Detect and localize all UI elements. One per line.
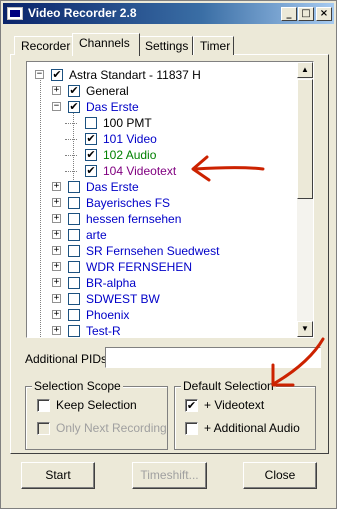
collapse-icon[interactable]: − xyxy=(35,70,44,79)
tree-checkbox[interactable]: ✔ xyxy=(85,165,97,177)
tree-checkbox[interactable] xyxy=(68,197,80,209)
title-bar[interactable]: Video Recorder 2.8 _ □ × xyxy=(3,3,334,24)
tab-settings[interactable]: Settings xyxy=(138,36,193,55)
tree-checkbox[interactable] xyxy=(68,325,80,337)
additional-pids-label: Additional PIDs: xyxy=(25,352,111,366)
tree-row-label: Bayerisches FS xyxy=(86,196,171,210)
main-window: Video Recorder 2.8 _ □ × Recorder Channe… xyxy=(0,0,337,509)
channel-tree[interactable]: − ✔ Astra Standart - 11837 H + ✔ General − ✔ Das… xyxy=(26,61,314,338)
additional-audio-label: + Additional Audio xyxy=(204,421,300,435)
expand-icon[interactable]: + xyxy=(52,198,61,207)
tree-checkbox[interactable]: ✔ xyxy=(51,69,63,81)
only-next-recording-box[interactable] xyxy=(37,422,50,435)
tree-checkbox[interactable]: ✔ xyxy=(85,149,97,161)
tree-checkbox[interactable] xyxy=(68,213,80,225)
tree-row-label: 101 Video xyxy=(103,132,157,146)
tree-row[interactable]: + Bayerisches FS xyxy=(27,195,297,211)
only-next-recording-label: Only Next Recording xyxy=(56,421,167,435)
tree-row-label: arte xyxy=(86,228,107,242)
tree-row-label: 102 Audio xyxy=(103,148,157,162)
tree-row-label: SDWEST BW xyxy=(86,292,160,306)
tree-checkbox[interactable] xyxy=(68,309,80,321)
tree-checkbox[interactable] xyxy=(68,181,80,193)
tree-row[interactable]: + Test-R xyxy=(27,323,297,338)
tree-line xyxy=(65,155,77,156)
close-window-button[interactable]: × xyxy=(316,7,332,21)
annotation-arrow-videotext xyxy=(191,155,265,182)
annotation-arrow-default-selection xyxy=(271,337,325,387)
collapse-icon[interactable]: − xyxy=(52,102,61,111)
tree-line xyxy=(65,123,77,124)
tree-checkbox[interactable] xyxy=(85,117,97,129)
tree-row[interactable]: + arte xyxy=(27,227,297,243)
tree-row[interactable]: 100 PMT xyxy=(27,115,297,131)
tree-row[interactable]: + BR-alpha xyxy=(27,275,297,291)
expand-icon[interactable]: + xyxy=(52,214,61,223)
tree-row[interactable]: + hessen fernsehen xyxy=(27,211,297,227)
start-button[interactable]: Start xyxy=(21,462,95,489)
tree-row-label: 100 PMT xyxy=(103,116,152,130)
tab-recorder[interactable]: Recorder xyxy=(14,36,73,55)
tree-checkbox[interactable] xyxy=(68,293,80,305)
tree-line xyxy=(65,139,77,140)
app-icon xyxy=(7,7,23,20)
tree-row-label: Phoenix xyxy=(86,308,130,322)
expand-icon[interactable]: + xyxy=(52,278,61,287)
tab-channels[interactable]: Channels xyxy=(72,33,140,56)
tree-checkbox[interactable] xyxy=(68,245,80,257)
tree-row[interactable]: + Phoenix xyxy=(27,307,297,323)
tree-scrollbar[interactable]: ▲ ▼ xyxy=(297,62,313,337)
expand-icon[interactable]: + xyxy=(52,230,61,239)
expand-icon[interactable]: + xyxy=(52,262,61,271)
tree-checkbox[interactable]: ✔ xyxy=(68,101,80,113)
maximize-button[interactable]: □ xyxy=(298,7,314,21)
tree-checkbox[interactable] xyxy=(68,229,80,241)
expand-icon[interactable]: + xyxy=(52,86,61,95)
tree-row[interactable]: − ✔ Astra Standart - 11837 H xyxy=(27,67,297,83)
tab-timer[interactable]: Timer xyxy=(193,36,234,55)
expand-icon[interactable]: + xyxy=(52,294,61,303)
tree-row[interactable]: + SDWEST BW xyxy=(27,291,297,307)
tree-row[interactable]: ✔ 101 Video xyxy=(27,131,297,147)
tree-row[interactable]: − ✔ Das Erste xyxy=(27,99,297,115)
selection-scope-title: Selection Scope xyxy=(32,379,123,393)
expand-icon[interactable]: + xyxy=(52,182,61,191)
tree-row-label: General xyxy=(86,84,129,98)
tree-checkbox[interactable] xyxy=(68,277,80,289)
videotext-box[interactable]: ✔ xyxy=(185,399,198,412)
scroll-thumb[interactable] xyxy=(297,79,313,199)
expand-icon[interactable]: + xyxy=(52,310,61,319)
tree-line xyxy=(65,171,77,172)
tree-row-label: BR-alpha xyxy=(86,276,137,290)
close-button[interactable]: Close xyxy=(243,462,317,489)
tree-checkbox[interactable]: ✔ xyxy=(68,85,80,97)
tree-row-label: Das Erste xyxy=(86,100,139,114)
tree-row[interactable]: + SR Fernsehen Suedwest xyxy=(27,243,297,259)
additional-audio-box[interactable] xyxy=(185,422,198,435)
channel-tree-list: − ✔ Astra Standart - 11837 H + ✔ General − ✔ Das… xyxy=(27,62,297,337)
window-title: Video Recorder 2.8 xyxy=(28,6,137,20)
tree-row-label: Das Erste xyxy=(86,180,139,194)
default-selection-group: Default Selection ✔ + Videotext + Additi… xyxy=(174,379,316,450)
expand-icon[interactable]: + xyxy=(52,326,61,335)
scroll-up-button[interactable]: ▲ xyxy=(297,62,313,78)
minimize-button[interactable]: _ xyxy=(281,7,297,21)
selection-scope-group: Selection Scope Keep Selection Only Next… xyxy=(25,379,168,450)
tree-row-label: 104 Videotext xyxy=(103,164,177,178)
default-selection-title: Default Selection xyxy=(181,379,276,393)
timeshift-button[interactable]: Timeshift... xyxy=(132,462,207,489)
expand-icon[interactable]: + xyxy=(52,246,61,255)
tree-checkbox[interactable]: ✔ xyxy=(85,133,97,145)
tree-row[interactable]: + ✔ General xyxy=(27,83,297,99)
keep-selection-label: Keep Selection xyxy=(56,398,137,412)
tree-row-label: hessen fernsehen xyxy=(86,212,182,226)
videotext-label: + Videotext xyxy=(204,398,265,412)
tree-row-label: Test-R xyxy=(86,324,121,338)
tree-checkbox[interactable] xyxy=(68,261,80,273)
tree-row-label: SR Fernsehen Suedwest xyxy=(86,244,220,258)
tree-row[interactable]: + WDR FERNSEHEN xyxy=(27,259,297,275)
tree-row-label: Astra Standart - 11837 H xyxy=(69,68,201,82)
tree-row-label: WDR FERNSEHEN xyxy=(86,260,193,274)
keep-selection-box[interactable] xyxy=(37,399,50,412)
